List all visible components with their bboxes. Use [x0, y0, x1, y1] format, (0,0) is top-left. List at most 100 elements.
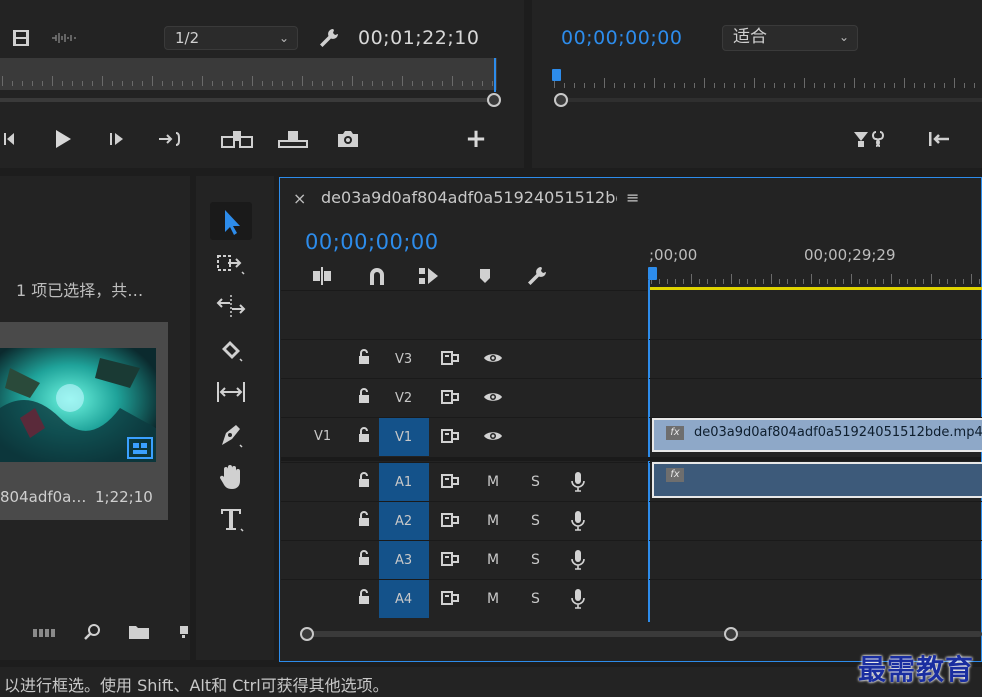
go-to-in-icon[interactable]	[924, 127, 954, 151]
timeline-playhead-handle[interactable]	[648, 267, 657, 280]
source-zoom-handle[interactable]	[487, 93, 501, 107]
timeline-timecode[interactable]: 00;00;00;00	[305, 230, 439, 254]
solo-button[interactable]: S	[531, 474, 540, 490]
track-header-a1[interactable]: A1 M S	[281, 462, 647, 501]
list-view-icon[interactable]	[32, 622, 58, 642]
timeline-scroll-right-handle[interactable]	[724, 627, 738, 641]
eye-icon[interactable]	[483, 351, 503, 369]
audio-clip[interactable]: fx	[652, 462, 982, 498]
sequence-tab-title[interactable]: de03a9d0af804adf0a51924051512bde	[321, 188, 617, 207]
type-tool[interactable]	[214, 502, 248, 536]
lock-icon[interactable]	[357, 511, 371, 531]
add-marker-icon[interactable]	[474, 264, 496, 288]
clip-thumbnail[interactable]	[0, 348, 156, 462]
timeline-settings-wrench-icon[interactable]	[524, 264, 550, 288]
film-icon[interactable]	[10, 28, 32, 48]
mute-button[interactable]: M	[487, 474, 499, 490]
eye-icon[interactable]	[483, 429, 503, 447]
sync-lock-icon[interactable]	[441, 474, 461, 492]
hand-tool[interactable]	[214, 460, 248, 494]
source-playhead[interactable]	[494, 58, 496, 92]
lock-icon[interactable]	[357, 349, 371, 369]
ruler-tick	[372, 81, 373, 86]
track-header-v1[interactable]: V1 V1	[281, 417, 647, 456]
program-zoom-handle[interactable]	[554, 93, 568, 107]
microphone-icon[interactable]	[571, 471, 585, 497]
eye-icon[interactable]	[483, 390, 503, 408]
track-header-a2[interactable]: A2 M S	[281, 501, 647, 540]
pen-tool[interactable]	[214, 418, 248, 452]
program-timecode[interactable]: 00;00;00;00	[561, 27, 682, 49]
ruler-tick	[875, 279, 876, 284]
microphone-icon[interactable]	[571, 510, 585, 536]
timeline-scrollbar-track[interactable]	[300, 631, 982, 637]
lock-icon[interactable]	[357, 427, 371, 447]
audio-waveform-icon[interactable]	[50, 28, 78, 48]
track-header-v2[interactable]: V2	[281, 378, 647, 416]
source-zoom-track[interactable]	[0, 98, 498, 102]
search-icon[interactable]	[82, 622, 104, 642]
add-button-icon[interactable]: +	[464, 124, 488, 154]
razor-tool[interactable]	[214, 334, 248, 366]
selection-tool[interactable]	[210, 202, 252, 240]
track-select-forward-tool[interactable]	[214, 248, 248, 280]
ruler-tick	[659, 279, 660, 284]
ruler-tick	[739, 279, 740, 284]
mute-button[interactable]: M	[487, 552, 499, 568]
panel-menu-icon[interactable]: ≡	[626, 188, 639, 207]
program-time-ruler[interactable]	[552, 70, 982, 92]
new-item-icon[interactable]	[176, 622, 190, 642]
solo-button[interactable]: S	[531, 513, 540, 529]
lock-icon[interactable]	[357, 388, 371, 408]
snap-magnet-icon[interactable]	[364, 264, 390, 288]
lock-icon[interactable]	[357, 472, 371, 492]
clip-thumbnail-card[interactable]: 804adf0a… 1;22;10	[0, 322, 168, 520]
microphone-icon[interactable]	[571, 549, 585, 575]
track-header-a4[interactable]: A4 M S	[281, 579, 647, 618]
work-area-bar[interactable]	[649, 287, 982, 290]
linked-selection-icon[interactable]	[414, 264, 442, 288]
slip-tool[interactable]	[214, 376, 248, 408]
step-forward-icon[interactable]	[104, 128, 130, 150]
program-playhead[interactable]	[552, 69, 561, 81]
close-tab-button[interactable]: ×	[293, 189, 306, 208]
track-header-v3[interactable]: V3	[281, 339, 647, 377]
source-time-ruler[interactable]	[0, 58, 497, 90]
mute-button[interactable]: M	[487, 513, 499, 529]
sync-lock-icon[interactable]	[441, 591, 461, 609]
camera-icon[interactable]	[334, 127, 362, 151]
sync-lock-icon[interactable]	[441, 390, 461, 408]
sync-lock-icon[interactable]	[441, 429, 461, 447]
insert-clip-icon[interactable]	[220, 127, 254, 151]
nest-sequence-icon[interactable]	[308, 264, 336, 288]
go-to-out-icon[interactable]	[156, 128, 184, 150]
ripple-edit-tool[interactable]	[214, 290, 248, 322]
ruler-tick	[731, 274, 732, 284]
folder-icon[interactable]	[126, 622, 152, 642]
lock-icon[interactable]	[357, 589, 371, 609]
lock-icon[interactable]	[357, 550, 371, 570]
fit-dropdown[interactable]: 适合 ⌄	[722, 25, 858, 51]
program-zoom-track[interactable]	[562, 98, 982, 102]
timeline-ruler[interactable]: ;00;00 00;00;29;29	[649, 240, 982, 290]
sync-lock-icon[interactable]	[441, 351, 461, 369]
sequence-name: de03a9d0af804adf0a51924051512bde	[321, 188, 617, 207]
timeline-playhead-line[interactable]	[648, 280, 650, 622]
overwrite-clip-icon[interactable]	[276, 127, 310, 151]
play-icon[interactable]	[50, 127, 76, 151]
track-header-a3[interactable]: A3 M S	[281, 540, 647, 579]
mute-button[interactable]: M	[487, 591, 499, 607]
wrench-icon[interactable]	[316, 26, 342, 50]
timeline-scroll-left-handle[interactable]	[300, 627, 314, 641]
solo-button[interactable]: S	[531, 591, 540, 607]
source-patch[interactable]: V1	[314, 429, 331, 444]
solo-button[interactable]: S	[531, 552, 540, 568]
video-clip[interactable]: fx de03a9d0af804adf0a51924051512bde.mp4 …	[652, 418, 982, 452]
microphone-icon[interactable]	[571, 588, 585, 614]
step-back-icon[interactable]	[0, 128, 20, 150]
resolution-dropdown[interactable]: 1/2 ⌄	[164, 26, 298, 50]
lift-icon[interactable]	[850, 127, 890, 151]
sync-lock-icon[interactable]	[441, 513, 461, 531]
sync-lock-icon[interactable]	[441, 552, 461, 570]
source-timecode[interactable]: 00;01;22;10	[358, 27, 479, 49]
